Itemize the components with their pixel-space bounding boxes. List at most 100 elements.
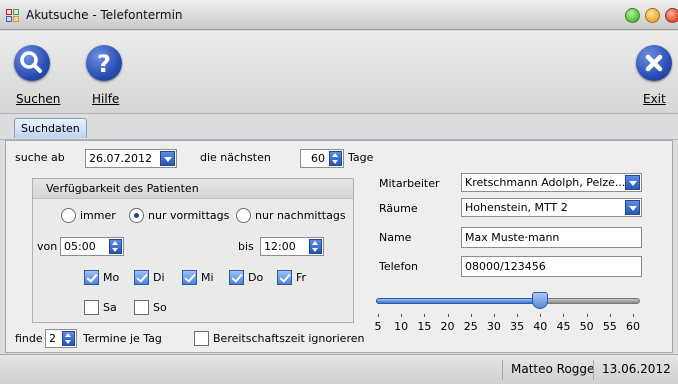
slider-tick-label: 55: [602, 320, 617, 333]
checkbox-mo[interactable]: [84, 270, 99, 285]
phone-value: 08000/123456: [465, 260, 546, 273]
availability-group-header: Verfügbarkeit des Patienten: [33, 179, 353, 199]
slider-tick-label: 40: [533, 320, 548, 333]
spinner-icon[interactable]: [329, 151, 342, 166]
exit-button-label: Exit: [643, 92, 666, 106]
slider-tick-label: 20: [440, 320, 455, 333]
staff-select[interactable]: Kretschmann Adolph, Pelze...: [461, 173, 642, 192]
radio-mornings[interactable]: [129, 208, 144, 223]
title-bar: Akutsuche - Telefontermin: [0, 0, 678, 30]
spinner-icon[interactable]: [62, 331, 75, 346]
radio-afternoons[interactable]: [236, 208, 251, 223]
checkbox-sa[interactable]: [84, 300, 99, 315]
window-title: Akutsuche - Telefontermin: [26, 8, 183, 22]
slider-tick: [424, 314, 426, 317]
find-label: finde: [15, 332, 43, 345]
app-window: Akutsuche - Telefontermin Suchen ? Hilfe: [0, 0, 678, 384]
calendar-dropdown-icon[interactable]: [160, 151, 175, 166]
slider-tick: [378, 314, 379, 317]
staff-value: Kretschmann Adolph, Pelze...: [465, 176, 626, 189]
time-from-field[interactable]: 05:00: [60, 237, 124, 256]
ignore-standby-label[interactable]: Bereitschaftszeit ignorieren: [213, 332, 364, 345]
radio-afternoons-label[interactable]: nur nachmittags: [255, 209, 346, 222]
phone-field[interactable]: 08000/123456: [461, 256, 642, 277]
per-day-label: Termine je Tag: [83, 332, 162, 345]
slider-tick-label: 45: [556, 320, 571, 333]
checkbox-so[interactable]: [134, 300, 149, 315]
slider-tick-label: 10: [394, 320, 409, 333]
days-stepper[interactable]: 60: [300, 149, 344, 168]
rooms-value: Hohenstein, MTT 2: [465, 201, 568, 214]
search-from-date-field[interactable]: 26.07.2012: [85, 149, 177, 168]
chevron-down-icon[interactable]: [625, 200, 640, 215]
days-unit-label: Tage: [348, 151, 374, 164]
duration-slider-thumb[interactable]: [532, 292, 549, 309]
duration-slider-fill: [376, 298, 541, 304]
slider-tick-label: 5: [374, 320, 382, 333]
slider-tick: [633, 314, 634, 317]
time-from-value: 05:00: [64, 240, 96, 253]
help-button-label: Hilfe: [92, 92, 120, 106]
availability-title: Verfügbarkeit des Patienten: [46, 182, 199, 195]
help-button[interactable]: ? Hilfe: [86, 45, 146, 115]
slider-tick-label: 30: [486, 320, 501, 333]
search-button[interactable]: Suchen: [14, 45, 74, 115]
slider-tick: [447, 314, 449, 317]
checkbox-do-label[interactable]: Do: [248, 271, 263, 284]
minimize-icon[interactable]: [625, 8, 640, 23]
toolbar: Suchen ? Hilfe Exit: [0, 31, 678, 114]
checkbox-di-label[interactable]: Di: [153, 271, 165, 284]
name-label: Name: [379, 231, 412, 244]
slider-tick: [609, 314, 611, 317]
maximize-icon[interactable]: [645, 8, 660, 23]
status-date: 13.06.2012: [593, 360, 671, 380]
slider-tick: [517, 314, 519, 317]
slider-tick-label: 25: [463, 320, 478, 333]
staff-label: Mitarbeiter: [379, 177, 440, 190]
slider-tick: [586, 314, 588, 317]
slider-tick: [493, 314, 495, 317]
checkbox-di[interactable]: [134, 270, 149, 285]
find-count-stepper[interactable]: 2: [45, 329, 77, 348]
spinner-icon[interactable]: [309, 239, 322, 254]
slider-tick: [401, 314, 403, 317]
slider-tick-label: 15: [417, 320, 432, 333]
checkbox-do[interactable]: [229, 270, 244, 285]
checkbox-ignore-standby[interactable]: [194, 331, 209, 346]
radio-mornings-label[interactable]: nur vormittags: [148, 209, 229, 222]
availability-group: Verfügbarkeit des Patienten immer nur vo…: [32, 178, 354, 323]
spinner-icon[interactable]: [109, 239, 122, 254]
close-icon[interactable]: [665, 8, 678, 23]
chevron-down-icon[interactable]: [625, 175, 640, 190]
exit-button[interactable]: Exit: [636, 45, 678, 115]
checkbox-fr[interactable]: [277, 270, 292, 285]
checkbox-fr-label[interactable]: Fr: [296, 271, 306, 284]
radio-always-label[interactable]: immer: [80, 209, 116, 222]
tab-strip: Suchdaten: [0, 115, 678, 140]
slider-tick: [540, 314, 542, 317]
checkbox-mo-label[interactable]: Mo: [103, 271, 119, 284]
svg-text:?: ?: [97, 50, 111, 78]
app-icon: [6, 9, 20, 23]
checkbox-mi-label[interactable]: Mi: [201, 271, 214, 284]
slider-tick-label: 60: [626, 320, 640, 333]
search-from-label: suche ab: [15, 151, 65, 164]
rooms-select[interactable]: Hohenstein, MTT 2: [461, 198, 642, 217]
name-value: Max Muste·mann: [465, 231, 560, 244]
name-field[interactable]: Max Muste·mann: [461, 227, 642, 248]
slider-tick: [470, 314, 472, 317]
time-to-field[interactable]: 12:00: [260, 237, 324, 256]
radio-always[interactable]: [61, 208, 76, 223]
search-from-date-value: 26.07.2012: [89, 152, 152, 165]
tab-suchdaten[interactable]: Suchdaten: [14, 118, 87, 138]
exit-icon: [636, 45, 672, 81]
next-days-label: die nächsten: [200, 151, 271, 164]
checkbox-sa-label[interactable]: Sa: [103, 301, 117, 314]
rooms-label: Räume: [379, 202, 418, 215]
checkbox-so-label[interactable]: So: [153, 301, 167, 314]
time-to-label: bis: [238, 240, 254, 253]
checkbox-mi[interactable]: [182, 270, 197, 285]
time-from-label: von: [37, 240, 58, 253]
phone-label: Telefon: [379, 260, 419, 273]
status-user: Matteo Rogge: [502, 360, 594, 380]
